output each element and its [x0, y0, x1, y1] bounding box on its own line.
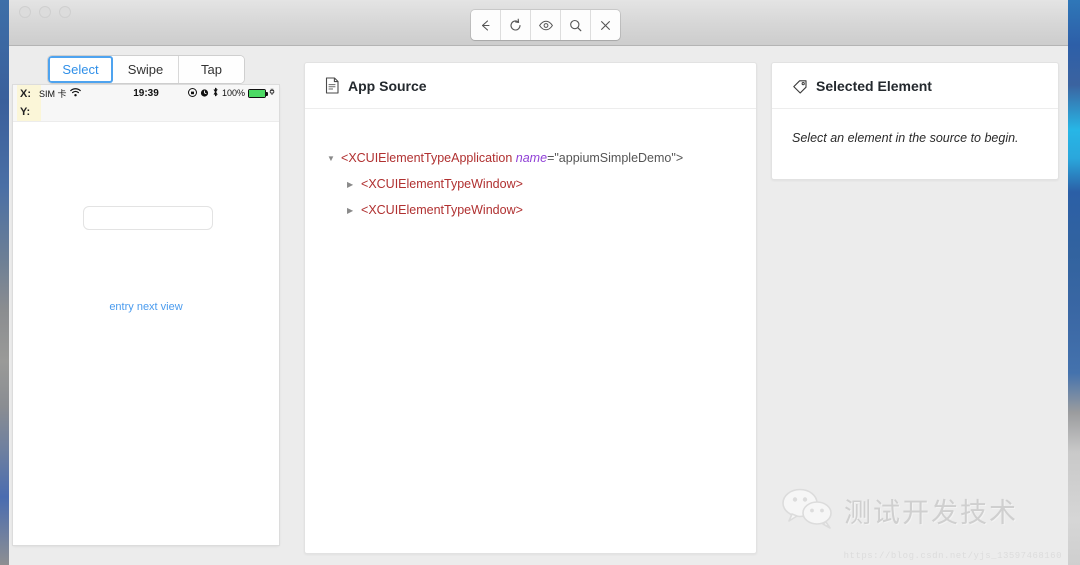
- desktop-background-right: [1068, 0, 1080, 565]
- tab-tap-label: Tap: [201, 62, 222, 77]
- tab-swipe[interactable]: Swipe: [113, 56, 179, 83]
- inspector-toolbar: [471, 10, 620, 40]
- tab-tap[interactable]: Tap: [179, 56, 244, 83]
- charging-plug-icon: [269, 88, 275, 98]
- tag-icon: [792, 78, 808, 94]
- entry-next-view-link[interactable]: entry next view: [13, 301, 279, 313]
- tree-node-suffix: >: [675, 151, 684, 165]
- rotation-lock-icon: [187, 87, 197, 99]
- search-icon: [568, 18, 583, 33]
- tree-node-tag: <XCUIElementTypeWindow>: [361, 203, 523, 217]
- window-content: Select Swipe Tap X: Y: SIM 卡 19:39 100% …: [9, 46, 1068, 565]
- tree-node-tag: <XCUIElementTypeApplication: [341, 151, 512, 165]
- watermark-url: https://blog.csdn.net/yjs_13597468160: [843, 551, 1062, 561]
- tree-node-suffix: >: [515, 203, 523, 217]
- tree-node-suffix: >: [515, 177, 523, 191]
- close-icon: [598, 18, 613, 33]
- tree-node-tag: <XCUIElementTypeWindow>: [361, 177, 523, 191]
- back-button[interactable]: [471, 10, 501, 40]
- tree-row[interactable]: <XCUIElementTypeWindow>: [327, 171, 756, 197]
- app-screen[interactable]: entry next view: [13, 122, 279, 545]
- eye-icon: [538, 18, 554, 33]
- coordinate-y-label: Y:: [20, 106, 31, 118]
- appium-inspector-window: Select Swipe Tap X: Y: SIM 卡 19:39 100% …: [9, 0, 1068, 565]
- search-button[interactable]: [561, 10, 591, 40]
- tree-node-attr-name: name: [515, 151, 548, 165]
- bluetooth-icon: [212, 87, 219, 99]
- selected-element-empty-message: Select an element in the source to begin…: [792, 131, 1019, 145]
- arrow-left-icon: [478, 18, 493, 33]
- close-window-button[interactable]: [19, 6, 31, 18]
- device-screenshot-view[interactable]: X: Y: SIM 卡 19:39 100% entry next view: [13, 85, 279, 545]
- interaction-mode-tabs: Select Swipe Tap: [48, 56, 244, 83]
- alarm-icon: [200, 88, 209, 99]
- refresh-button[interactable]: [501, 10, 531, 40]
- disclosure-triangle-closed-icon[interactable]: [347, 180, 361, 189]
- tree-node-tagname: XCUIElementTypeApplication: [348, 151, 513, 165]
- refresh-icon: [508, 18, 523, 33]
- close-session-button[interactable]: [591, 10, 620, 40]
- desktop-background-left: [0, 0, 9, 565]
- battery-percent-label: 100%: [221, 88, 245, 98]
- watermark-text: 测试开发技术: [844, 498, 1018, 529]
- app-text-input[interactable]: [83, 206, 213, 230]
- tree-node-tagname: XCUIElementTypeWindow: [368, 203, 516, 217]
- source-tree: <XCUIElementTypeApplication name = "appi…: [305, 109, 756, 223]
- disclosure-triangle-open-icon[interactable]: [327, 154, 341, 163]
- selected-element-title: Selected Element: [816, 77, 932, 94]
- selected-element-header: Selected Element: [772, 63, 1058, 109]
- watermark: 测试开发技术: [780, 486, 1018, 535]
- tree-row[interactable]: <XCUIElementTypeApplication name = "appi…: [327, 145, 756, 171]
- app-source-panel: App Source <XCUIElementTypeApplication n…: [304, 62, 757, 554]
- document-icon: [325, 77, 340, 94]
- inspect-element-button[interactable]: [531, 10, 561, 40]
- app-source-header: App Source: [305, 63, 756, 109]
- traffic-light-buttons: [19, 6, 71, 18]
- selected-element-panel: Selected Element Select an element in th…: [771, 62, 1059, 180]
- tree-node-attr-value: "appiumSimpleDemo": [554, 151, 676, 165]
- wechat-icon: [780, 486, 836, 535]
- tree-node-tagname: XCUIElementTypeWindow: [368, 177, 516, 191]
- app-source-title: App Source: [348, 77, 427, 94]
- screenshot-root: Select Swipe Tap X: Y: SIM 卡 19:39 100% …: [0, 0, 1080, 565]
- tab-swipe-label: Swipe: [127, 62, 164, 77]
- disclosure-triangle-closed-icon[interactable]: [347, 206, 361, 215]
- tree-node-attr-eq: =: [547, 151, 555, 165]
- tab-select-label: Select: [62, 62, 99, 77]
- minimize-window-button[interactable]: [39, 6, 51, 18]
- battery-icon: [248, 88, 268, 98]
- status-bar-right: 100%: [187, 87, 275, 99]
- device-panel: Select Swipe Tap X: Y: SIM 卡 19:39 100% …: [13, 56, 279, 545]
- tab-select[interactable]: Select: [48, 56, 113, 83]
- window-titlebar: [9, 0, 1068, 46]
- tree-row[interactable]: <XCUIElementTypeWindow>: [327, 197, 756, 223]
- zoom-window-button[interactable]: [59, 6, 71, 18]
- ios-status-bar: X: Y: SIM 卡 19:39 100%: [13, 85, 279, 122]
